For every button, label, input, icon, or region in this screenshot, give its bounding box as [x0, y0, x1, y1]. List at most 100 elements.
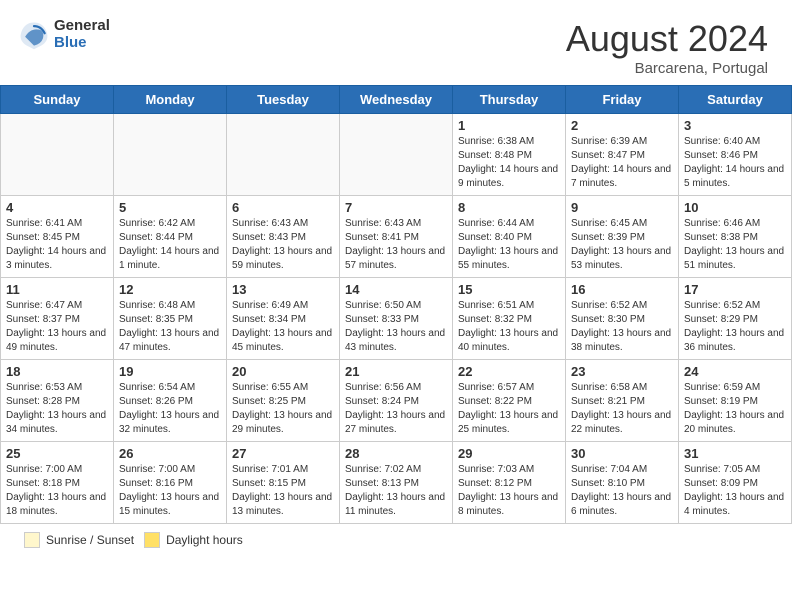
day-number: 8: [458, 200, 560, 215]
calendar-day-cell: 30 Sunrise: 7:04 AM Sunset: 8:10 PM Dayli…: [566, 442, 679, 524]
calendar-day-cell: 9 Sunrise: 6:45 AM Sunset: 8:39 PM Daylig…: [566, 196, 679, 278]
day-number: 10: [684, 200, 786, 215]
day-info: Sunrise: 7:04 AM Sunset: 8:10 PM Dayligh…: [571, 463, 673, 519]
calendar-day-cell: 19Sunrise: 6:54 AM Sunset: 8:26 PM Dayli…: [114, 360, 227, 442]
day-number: 17: [684, 282, 786, 297]
day-info: Sunrise: 6:40 AM Sunset: 8:46 PM Dayligh…: [684, 135, 786, 191]
day-number: 26: [119, 446, 221, 461]
day-number: 29: [458, 446, 560, 461]
day-info: Sunrise: 6:46 AM Sunset: 8:38 PM Dayligh…: [684, 217, 786, 273]
calendar-day-cell: 8 Sunrise: 6:44 AM Sunset: 8:40 PM Daylig…: [453, 196, 566, 278]
calendar-day-cell: [114, 114, 227, 196]
day-number: 30: [571, 446, 673, 461]
day-info: Sunrise: 6:47 AM Sunset: 8:37 PM Dayligh…: [6, 299, 108, 355]
daylight-legend-box: [144, 532, 160, 548]
day-info: Sunrise: 6:55 AM Sunset: 8:25 PM Dayligh…: [232, 381, 334, 437]
legend-daylight: Daylight hours: [144, 532, 243, 548]
day-number: 18: [6, 364, 108, 379]
calendar-day-cell: 15Sunrise: 6:51 AM Sunset: 8:32 PM Dayli…: [453, 278, 566, 360]
calendar-day-cell: 14 Sunrise: 6:50 AM Sunset: 8:33 PM Dayli…: [340, 278, 453, 360]
day-number: 16: [571, 282, 673, 297]
day-number: 24: [684, 364, 786, 379]
calendar-day-cell: 12Sunrise: 6:48 AM Sunset: 8:35 PM Dayli…: [114, 278, 227, 360]
calendar-day-cell: 1 Sunrise: 6:38 AM Sunset: 8:48 PM Daylig…: [453, 114, 566, 196]
weekday-header: Friday: [566, 86, 679, 114]
calendar-week-row: 4Sunrise: 6:41 AM Sunset: 8:45 PM Daylig…: [1, 196, 792, 278]
day-info: Sunrise: 6:58 AM Sunset: 8:21 PM Dayligh…: [571, 381, 673, 437]
day-info: Sunrise: 6:52 AM Sunset: 8:30 PM Dayligh…: [571, 299, 673, 355]
day-info: Sunrise: 7:02 AM Sunset: 8:13 PM Dayligh…: [345, 463, 447, 519]
sunrise-legend-label: Sunrise / Sunset: [46, 533, 134, 547]
calendar-day-cell: 21 Sunrise: 6:56 AM Sunset: 8:24 PM Dayli…: [340, 360, 453, 442]
calendar-week-row: 18 Sunrise: 6:53 AM Sunset: 8:28 PM Dayli…: [1, 360, 792, 442]
day-info: Sunrise: 6:52 AM Sunset: 8:29 PM Dayligh…: [684, 299, 786, 355]
weekday-header: Monday: [114, 86, 227, 114]
day-info: Sunrise: 6:56 AM Sunset: 8:24 PM Dayligh…: [345, 381, 447, 437]
logo-icon: [18, 19, 50, 51]
daylight-legend-label: Daylight hours: [166, 533, 243, 547]
title-block: August 2024 Barcarena, Portugal: [566, 18, 768, 77]
calendar-day-cell: 24 Sunrise: 6:59 AM Sunset: 8:19 PM Dayli…: [679, 360, 792, 442]
calendar-day-cell: 25 Sunrise: 7:00 AM Sunset: 8:18 PM Dayli…: [1, 442, 114, 524]
day-info: Sunrise: 6:53 AM Sunset: 8:28 PM Dayligh…: [6, 381, 108, 437]
calendar-day-cell: 2Sunrise: 6:39 AM Sunset: 8:47 PM Daylig…: [566, 114, 679, 196]
logo-blue: Blue: [54, 35, 110, 52]
calendar-day-cell: 31Sunrise: 7:05 AM Sunset: 8:09 PM Dayli…: [679, 442, 792, 524]
calendar-day-cell: 7Sunrise: 6:43 AM Sunset: 8:41 PM Daylig…: [340, 196, 453, 278]
page-header: General Blue August 2024 Barcarena, Port…: [0, 0, 792, 85]
day-number: 2: [571, 118, 673, 133]
calendar-day-cell: 29 Sunrise: 7:03 AM Sunset: 8:12 PM Dayli…: [453, 442, 566, 524]
calendar-day-cell: 4Sunrise: 6:41 AM Sunset: 8:45 PM Daylig…: [1, 196, 114, 278]
day-number: 7: [345, 200, 447, 215]
day-number: 1: [458, 118, 560, 133]
day-info: Sunrise: 7:05 AM Sunset: 8:09 PM Dayligh…: [684, 463, 786, 519]
day-info: Sunrise: 6:57 AM Sunset: 8:22 PM Dayligh…: [458, 381, 560, 437]
weekday-header: Thursday: [453, 86, 566, 114]
calendar-day-cell: [227, 114, 340, 196]
month-year: August 2024: [566, 18, 768, 60]
day-number: 28: [345, 446, 447, 461]
calendar-day-cell: 20 Sunrise: 6:55 AM Sunset: 8:25 PM Dayli…: [227, 360, 340, 442]
calendar-day-cell: 13 Sunrise: 6:49 AM Sunset: 8:34 PM Dayli…: [227, 278, 340, 360]
location: Barcarena, Portugal: [566, 60, 768, 77]
weekday-header: Sunday: [1, 86, 114, 114]
day-info: Sunrise: 6:44 AM Sunset: 8:40 PM Dayligh…: [458, 217, 560, 273]
day-info: Sunrise: 6:48 AM Sunset: 8:35 PM Dayligh…: [119, 299, 221, 355]
calendar-day-cell: 22Sunrise: 6:57 AM Sunset: 8:22 PM Dayli…: [453, 360, 566, 442]
logo-general: General: [54, 18, 110, 35]
calendar-day-cell: [1, 114, 114, 196]
logo: General Blue: [18, 18, 110, 51]
day-info: Sunrise: 7:00 AM Sunset: 8:18 PM Dayligh…: [6, 463, 108, 519]
calendar-week-row: 1 Sunrise: 6:38 AM Sunset: 8:48 PM Daylig…: [1, 114, 792, 196]
sunrise-legend-box: [24, 532, 40, 548]
day-info: Sunrise: 6:59 AM Sunset: 8:19 PM Dayligh…: [684, 381, 786, 437]
day-number: 20: [232, 364, 334, 379]
calendar-week-row: 25 Sunrise: 7:00 AM Sunset: 8:18 PM Dayli…: [1, 442, 792, 524]
calendar-day-cell: 23Sunrise: 6:58 AM Sunset: 8:21 PM Dayli…: [566, 360, 679, 442]
day-info: Sunrise: 6:42 AM Sunset: 8:44 PM Dayligh…: [119, 217, 221, 273]
day-number: 13: [232, 282, 334, 297]
day-number: 9: [571, 200, 673, 215]
calendar-day-cell: 10 Sunrise: 6:46 AM Sunset: 8:38 PM Dayli…: [679, 196, 792, 278]
day-number: 14: [345, 282, 447, 297]
calendar-day-cell: 3 Sunrise: 6:40 AM Sunset: 8:46 PM Daylig…: [679, 114, 792, 196]
day-info: Sunrise: 6:41 AM Sunset: 8:45 PM Dayligh…: [6, 217, 108, 273]
day-info: Sunrise: 7:03 AM Sunset: 8:12 PM Dayligh…: [458, 463, 560, 519]
day-number: 3: [684, 118, 786, 133]
calendar-day-cell: 17 Sunrise: 6:52 AM Sunset: 8:29 PM Dayli…: [679, 278, 792, 360]
day-info: Sunrise: 6:45 AM Sunset: 8:39 PM Dayligh…: [571, 217, 673, 273]
day-info: Sunrise: 6:38 AM Sunset: 8:48 PM Dayligh…: [458, 135, 560, 191]
day-info: Sunrise: 6:49 AM Sunset: 8:34 PM Dayligh…: [232, 299, 334, 355]
weekday-header: Saturday: [679, 86, 792, 114]
day-number: 25: [6, 446, 108, 461]
day-info: Sunrise: 6:54 AM Sunset: 8:26 PM Dayligh…: [119, 381, 221, 437]
calendar-day-cell: 5 Sunrise: 6:42 AM Sunset: 8:44 PM Daylig…: [114, 196, 227, 278]
day-number: 27: [232, 446, 334, 461]
day-number: 5: [119, 200, 221, 215]
legend-sunrise: Sunrise / Sunset: [24, 532, 134, 548]
calendar-table: SundayMondayTuesdayWednesdayThursdayFrid…: [0, 85, 792, 524]
day-number: 21: [345, 364, 447, 379]
day-info: Sunrise: 6:43 AM Sunset: 8:43 PM Dayligh…: [232, 217, 334, 273]
weekday-header: Tuesday: [227, 86, 340, 114]
day-info: Sunrise: 6:50 AM Sunset: 8:33 PM Dayligh…: [345, 299, 447, 355]
